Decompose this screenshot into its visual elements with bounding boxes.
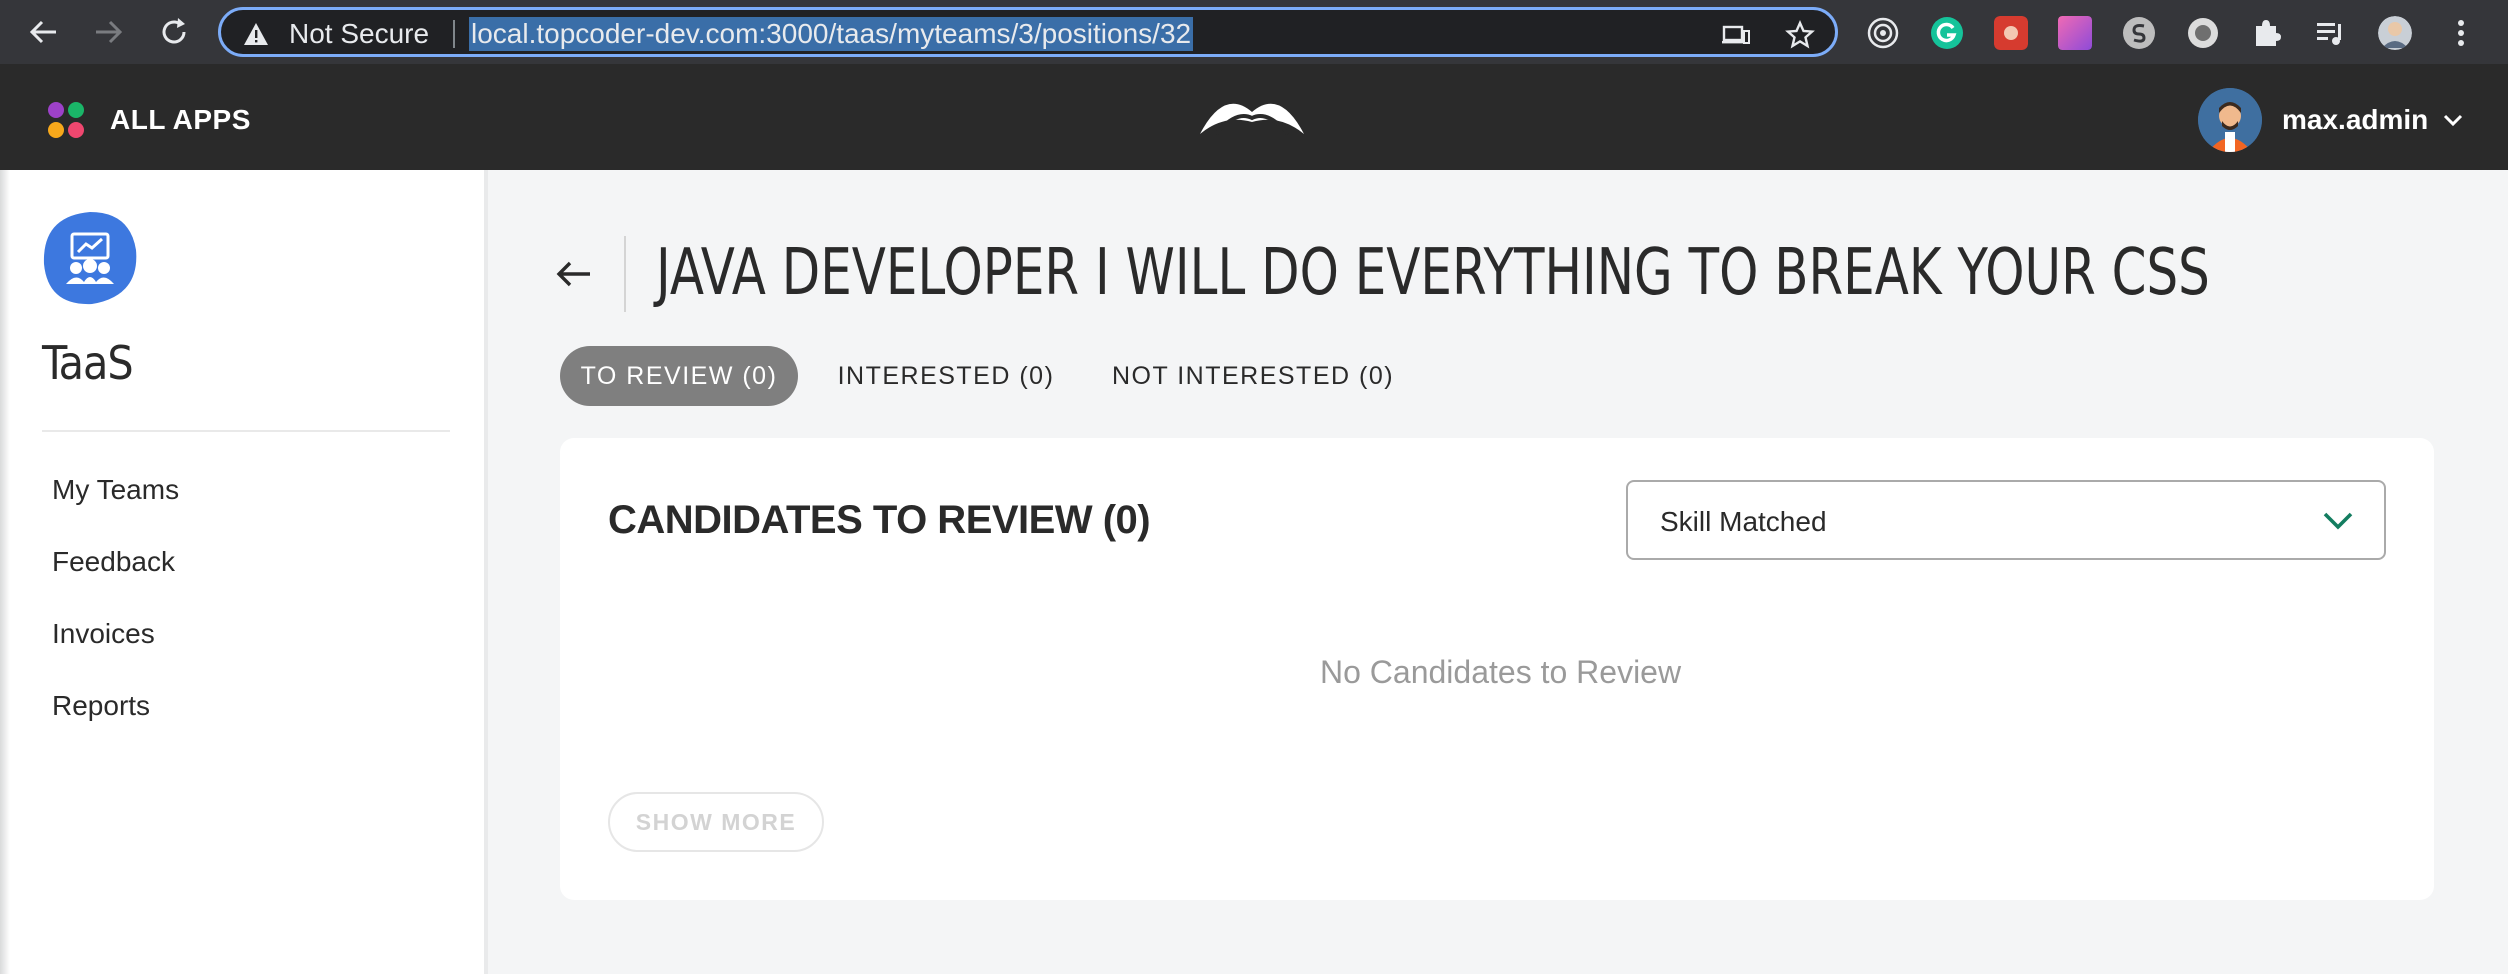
tab-interested[interactable]: INTERESTED (0) [824,346,1068,406]
back-icon[interactable] [24,12,64,52]
grammarly-icon[interactable] [1930,16,1964,50]
all-apps-button[interactable]: ALL APPS [110,104,251,136]
back-arrow-icon[interactable] [554,254,594,294]
bookmark-star-icon[interactable] [1785,20,1815,50]
all-apps-icon[interactable] [46,100,86,140]
card-title: CANDIDATES TO REVIEW (0) [608,498,1151,542]
extension-gradient-icon[interactable] [2058,16,2092,50]
chevron-down-icon [2323,512,2353,530]
empty-state-message: No Candidates to Review [1320,654,1682,690]
security-status: Not Secure [289,18,430,49]
extension-target-icon[interactable] [1866,16,1900,50]
sort-select-value: Skill Matched [1660,506,1827,537]
forward-icon[interactable] [88,12,128,52]
more-menu-icon[interactable] [2444,16,2478,50]
sidebar-item-invoices[interactable]: Invoices [52,618,155,650]
reading-list-icon[interactable] [2314,16,2348,50]
sidebar-app-name: TaaS [42,336,134,390]
sidebar-item-reports[interactable]: Reports [52,690,150,722]
sort-select[interactable]: Skill Matched [1626,480,2386,560]
topcoder-logo [1200,103,1304,136]
title-separator [624,236,626,312]
reload-icon[interactable] [154,12,194,52]
browser-toolbar: Not Secure local.topcoder-dev.com:3000/t… [0,0,2508,64]
extension-s-icon[interactable] [2122,16,2156,50]
extension-red-icon[interactable] [1994,16,2028,50]
user-avatar[interactable] [2198,88,2262,152]
show-more-button[interactable]: SHOW MORE [608,792,824,852]
user-name[interactable]: max.admin [2282,104,2428,136]
separator [453,20,455,48]
url-text[interactable]: local.topcoder-dev.com:3000/taas/myteams… [469,17,1194,51]
sidebar-edge [0,170,10,974]
install-app-icon[interactable] [1721,20,1751,50]
taas-app-icon [43,212,137,305]
extensions-puzzle-icon[interactable] [2250,16,2284,50]
page-title: JAVA DEVELOPER I WILL DO EVERYTHING TO B… [656,236,2210,310]
warning-icon [244,23,268,45]
extension-circle-icon[interactable] [2186,16,2220,50]
chevron-down-icon[interactable] [2442,112,2464,128]
sidebar-item-feedback[interactable]: Feedback [52,546,175,578]
tab-to-review[interactable]: TO REVIEW (0) [560,346,798,406]
tab-not-interested[interactable]: NOT INTERESTED (0) [1102,346,1404,406]
address-bar[interactable]: Not Secure local.topcoder-dev.com:3000/t… [218,7,1838,57]
sidebar-divider [42,430,450,432]
sidebar-item-my-teams[interactable]: My Teams [52,474,179,506]
profile-avatar-icon[interactable] [2378,16,2412,50]
